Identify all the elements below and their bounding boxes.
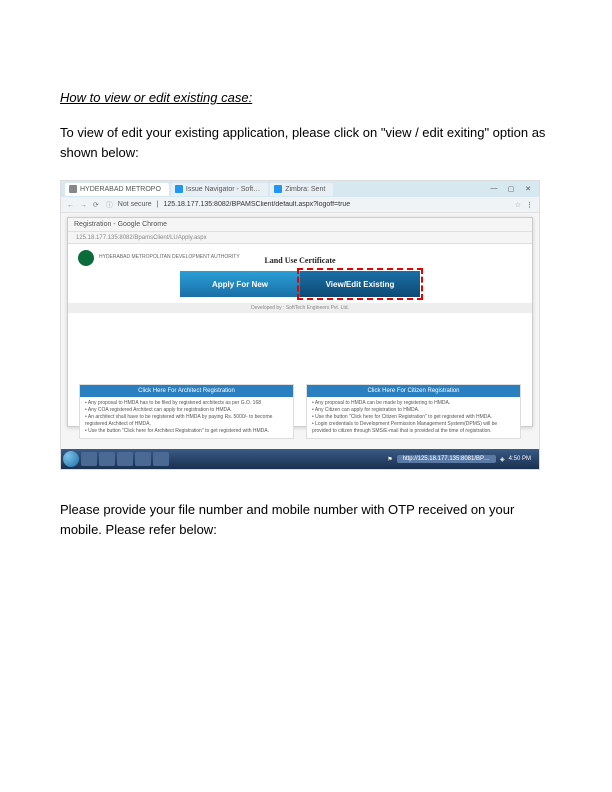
hmda-logo-icon	[78, 250, 94, 266]
taskbar-app-icon[interactable]	[135, 452, 151, 466]
info-line: • Use the button "Click here for Archite…	[85, 428, 288, 435]
citizen-registration-box: Click Here For Citizen Registration • An…	[306, 384, 521, 439]
start-button-icon[interactable]	[63, 451, 79, 467]
tab-label: Issue Navigator - Soft…	[186, 186, 260, 193]
info-boxes: Click Here For Architect Registration • …	[79, 384, 521, 439]
clock: 4:50 PM	[509, 456, 531, 462]
url-text[interactable]: 125.18.177.135:8082/BPAMSClient/default.…	[163, 201, 509, 208]
info-line: • Any proposal to HMDA can be made by re…	[312, 400, 515, 407]
taskbar-app-icon[interactable]	[99, 452, 115, 466]
window-controls: — ▢ ✕	[487, 185, 535, 193]
taskbar-app-icon[interactable]	[81, 452, 97, 466]
hmda-org-name: HYDERABAD METROPOLITAN DEVELOPMENT AUTHO…	[99, 255, 240, 261]
browser-tab[interactable]: Zimbra: Sent	[270, 183, 333, 196]
windows-taskbar: ⚑ http://125.18.177.135:8081/BP… ◈ 4:50 …	[61, 449, 539, 469]
instruction-paragraph-2: Please provide your file number and mobi…	[60, 500, 552, 539]
flag-icon[interactable]: ⚑	[387, 456, 392, 463]
highlight-marker	[297, 268, 423, 300]
tab-label: Zimbra: Sent	[285, 186, 325, 193]
info-line: • Any COA registered Architect can apply…	[85, 407, 288, 414]
bookmark-icon[interactable]: ☆	[515, 201, 521, 209]
browser-tab[interactable]: Issue Navigator - Soft…	[171, 183, 268, 196]
taskbar-app-icon[interactable]	[153, 452, 169, 466]
info-line: • Any Citizen can apply for registration…	[312, 407, 515, 414]
architect-registration-box: Click Here For Architect Registration • …	[79, 384, 294, 439]
info-line: • Login credentials to Development Permi…	[312, 421, 515, 435]
favicon-icon	[175, 185, 183, 193]
address-bar: ← → ⟳ ⓘ Not secure | 125.18.177.135:8082…	[61, 197, 539, 213]
popup-window-title: Registration - Google Chrome	[68, 218, 532, 232]
nav-back-forward-icon[interactable]: ← → ⟳	[67, 201, 101, 209]
info-line: • Use the button "Click here for Citizen…	[312, 414, 515, 421]
tab-label: HYDERABAD METROPO	[80, 186, 161, 193]
taskbar-app-icon[interactable]	[117, 452, 133, 466]
info-line: • Any proposal to HMDA has to be filed b…	[85, 400, 288, 407]
close-icon[interactable]: ✕	[521, 185, 535, 193]
view-edit-existing-button[interactable]: View/Edit Existing	[300, 271, 420, 297]
citizen-registration-link[interactable]: Click Here For Citizen Registration	[307, 385, 520, 397]
favicon-icon	[274, 185, 282, 193]
instruction-paragraph-1: To view of edit your existing applicatio…	[60, 123, 552, 162]
taskbar-url-indicator: http://125.18.177.135:8081/BP…	[397, 455, 496, 463]
popup-url-bar: 125.18.177.135:8082/BpamsClient/LUApply.…	[68, 232, 532, 244]
maximize-icon[interactable]: ▢	[504, 185, 518, 193]
apply-for-new-button[interactable]: Apply For New	[180, 271, 300, 297]
minimize-icon[interactable]: —	[487, 185, 501, 193]
section-heading: How to view or edit existing case:	[60, 90, 552, 105]
developer-footer: Developed by : SoftTech Engineers Pvt. L…	[68, 303, 532, 313]
browser-tab[interactable]: HYDERABAD METROPO	[65, 183, 169, 196]
security-label: Not secure	[118, 201, 152, 208]
network-icon[interactable]: ◈	[500, 456, 505, 463]
embedded-screenshot: HYDERABAD METROPO Issue Navigator - Soft…	[60, 180, 540, 470]
info-line: • An architect shall have to be register…	[85, 414, 288, 428]
architect-registration-link[interactable]: Click Here For Architect Registration	[80, 385, 293, 397]
chrome-menu-icon[interactable]: ⋮	[526, 201, 533, 209]
favicon-icon	[69, 185, 77, 193]
browser-tab-strip: HYDERABAD METROPO Issue Navigator - Soft…	[61, 181, 539, 197]
action-button-row: Apply For New View/Edit Existing	[68, 271, 532, 297]
not-secure-icon: ⓘ	[106, 200, 113, 210]
